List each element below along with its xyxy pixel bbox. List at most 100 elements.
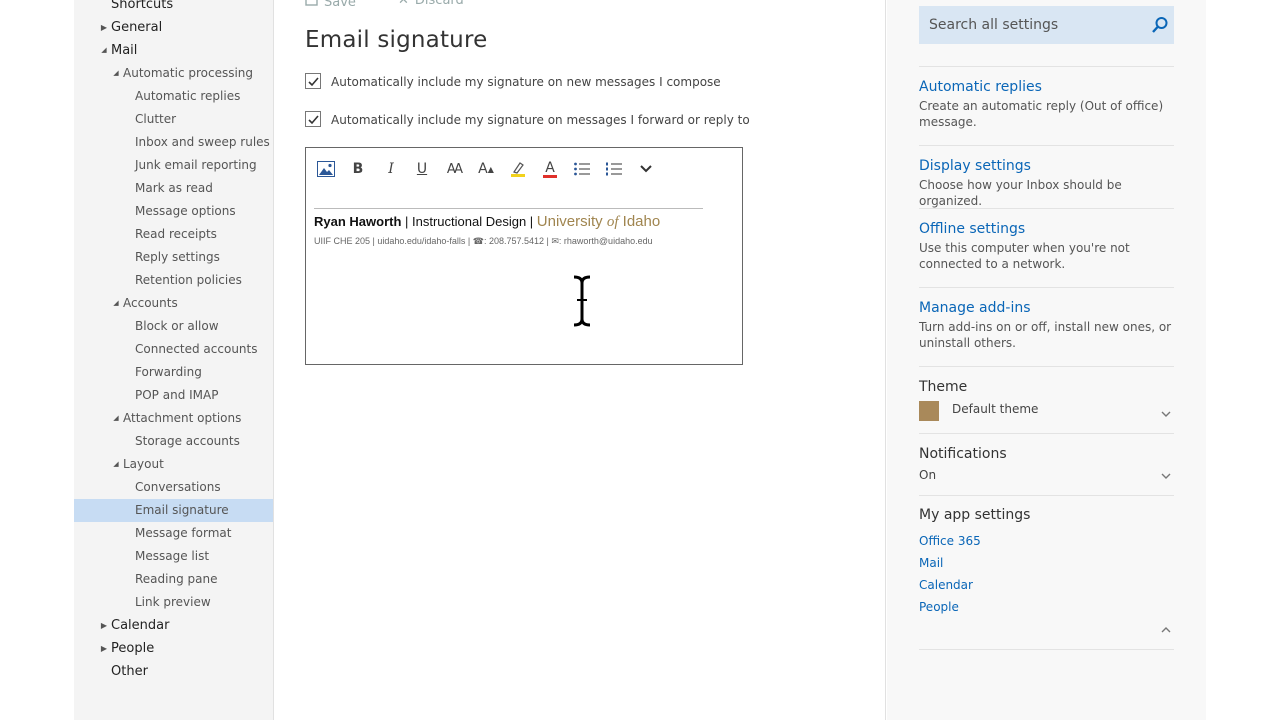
font-color-icon[interactable]: A	[538, 158, 562, 180]
nav-item[interactable]: Other	[74, 660, 273, 683]
nav-item-label: Reading pane	[135, 572, 218, 586]
include-on-reply-checkbox[interactable]	[305, 111, 321, 127]
expanded-arrow-icon[interactable]: ◢	[111, 453, 121, 476]
expanded-arrow-icon[interactable]: ◢	[111, 62, 121, 85]
save-button[interactable]: Save	[305, 0, 356, 10]
grow-font-glyph: A	[478, 161, 488, 177]
nav-item[interactable]: ◢ Mail	[74, 39, 273, 62]
people-link[interactable]: People	[919, 600, 959, 614]
nav-item-label: Message options	[135, 204, 236, 218]
nav-item[interactable]: Shortcuts	[74, 0, 273, 16]
nav-item[interactable]: ▶ People	[74, 637, 273, 660]
nav-item[interactable]: ◢ Attachment options	[74, 407, 273, 430]
signature-role: Instructional Design	[412, 214, 527, 229]
divider	[919, 287, 1174, 288]
notifications-title: Notifications	[919, 446, 1007, 462]
nav-item[interactable]: Message list	[74, 545, 273, 568]
signature-separator: |	[526, 214, 537, 229]
nav-item[interactable]: Conversations	[74, 476, 273, 499]
nav-item-label: Connected accounts	[135, 342, 258, 356]
nav-item[interactable]: Block or allow	[74, 315, 273, 338]
calendar-link[interactable]: Calendar	[919, 578, 973, 592]
divider	[919, 495, 1174, 496]
nav-item-label: Layout	[123, 457, 164, 471]
expanded-arrow-icon[interactable]: ◢	[111, 292, 121, 315]
divider	[919, 649, 1174, 650]
nav-item[interactable]: Message format	[74, 522, 273, 545]
nav-item-label: Mark as read	[135, 181, 213, 195]
collapsed-arrow-icon[interactable]: ▶	[99, 614, 109, 637]
expanded-arrow-icon[interactable]: ◢	[99, 39, 109, 62]
search-input[interactable]	[929, 15, 1139, 35]
nav-item-label: Attachment options	[123, 411, 242, 425]
bold-icon[interactable]: B	[346, 158, 370, 180]
nav-item-label: Forwarding	[135, 365, 202, 379]
chevron-up-icon[interactable]	[1160, 624, 1172, 636]
nav-item[interactable]: Inbox and sweep rules	[74, 131, 273, 154]
signature-university: University of Idaho	[536, 213, 661, 230]
nav-item-label: POP and IMAP	[135, 388, 219, 402]
settings-pane: Automatic replies Create an automatic re…	[887, 0, 1206, 720]
nav-item[interactable]: Reading pane	[74, 568, 273, 591]
office365-link[interactable]: Office 365	[919, 534, 981, 548]
nav-item-label: Email signature	[135, 503, 229, 517]
include-on-reply-label: Automatically include my signature on me…	[331, 113, 750, 127]
discard-icon: ✕	[398, 0, 409, 8]
collapsed-arrow-icon[interactable]: ▶	[99, 16, 109, 39]
nav-item[interactable]: Forwarding	[74, 361, 273, 384]
expanded-arrow-icon[interactable]: ◢	[111, 407, 121, 430]
nav-item[interactable]: ▶ General	[74, 16, 273, 39]
signature-editor[interactable]: B I U AA A ▲ A Ryan Haworth | Instructio…	[305, 147, 743, 365]
chevron-down-icon[interactable]	[1160, 470, 1172, 482]
font-size-icon[interactable]: AA	[442, 158, 466, 180]
nav-item[interactable]: Automatic replies	[74, 85, 273, 108]
nav-item[interactable]: Connected accounts	[74, 338, 273, 361]
nav-item[interactable]: Email signature	[74, 499, 273, 522]
manage-addins-link[interactable]: Manage add-ins	[919, 300, 1031, 316]
nav-item[interactable]: Link preview	[74, 591, 273, 614]
settings-search[interactable]	[919, 6, 1174, 44]
nav-item[interactable]: Read receipts	[74, 223, 273, 246]
nav-item-label: People	[111, 641, 155, 656]
automatic-replies-link[interactable]: Automatic replies	[919, 79, 1042, 95]
app-settings-title: My app settings	[919, 507, 1031, 523]
chevron-down-icon[interactable]	[1160, 408, 1172, 420]
nav-item[interactable]: Message options	[74, 200, 273, 223]
nav-item-label: Other	[111, 664, 148, 679]
nav-item[interactable]: ▶ Calendar	[74, 614, 273, 637]
mail-link[interactable]: Mail	[919, 556, 943, 570]
highlight-icon[interactable]	[506, 158, 530, 180]
nav-item[interactable]: POP and IMAP	[74, 384, 273, 407]
insert-picture-icon[interactable]	[314, 158, 338, 180]
more-options-icon[interactable]	[634, 158, 658, 180]
display-settings-link[interactable]: Display settings	[919, 158, 1031, 174]
nav-item[interactable]: Storage accounts	[74, 430, 273, 453]
page-title: Email signature	[305, 27, 488, 53]
italic-icon[interactable]: I	[379, 158, 403, 180]
collapsed-arrow-icon[interactable]: ▶	[99, 637, 109, 660]
include-on-new-checkbox[interactable]	[305, 73, 321, 89]
nav-item-label: Reply settings	[135, 250, 220, 264]
nav-item[interactable]: Reply settings	[74, 246, 273, 269]
nav-item[interactable]: ◢ Accounts	[74, 292, 273, 315]
grow-font-icon[interactable]: A ▲	[474, 158, 498, 180]
main-content: Save ✕ Discard Email signature Automatica…	[274, 0, 886, 720]
numbering-icon[interactable]	[602, 158, 626, 180]
automatic-replies-desc: Create an automatic reply (Out of office…	[919, 99, 1164, 129]
nav-item-label: Message format	[135, 526, 232, 540]
nav-item[interactable]: Junk email reporting	[74, 154, 273, 177]
nav-item[interactable]: Clutter	[74, 108, 273, 131]
search-icon[interactable]	[1151, 16, 1169, 34]
offline-settings-link[interactable]: Offline settings	[919, 221, 1025, 237]
nav-item-label: Read receipts	[135, 227, 217, 241]
nav-item[interactable]: ◢ Automatic processing	[74, 62, 273, 85]
bullets-icon[interactable]	[570, 158, 594, 180]
nav-item[interactable]: Mark as read	[74, 177, 273, 200]
nav-item[interactable]: ◢ Layout	[74, 453, 273, 476]
underline-icon[interactable]: U	[410, 158, 434, 180]
nav-item-label: Clutter	[135, 112, 177, 126]
nav-item-label: General	[111, 20, 163, 35]
theme-value: Default theme	[952, 402, 1039, 416]
nav-item[interactable]: Retention policies	[74, 269, 273, 292]
discard-button[interactable]: ✕ Discard	[398, 0, 464, 9]
